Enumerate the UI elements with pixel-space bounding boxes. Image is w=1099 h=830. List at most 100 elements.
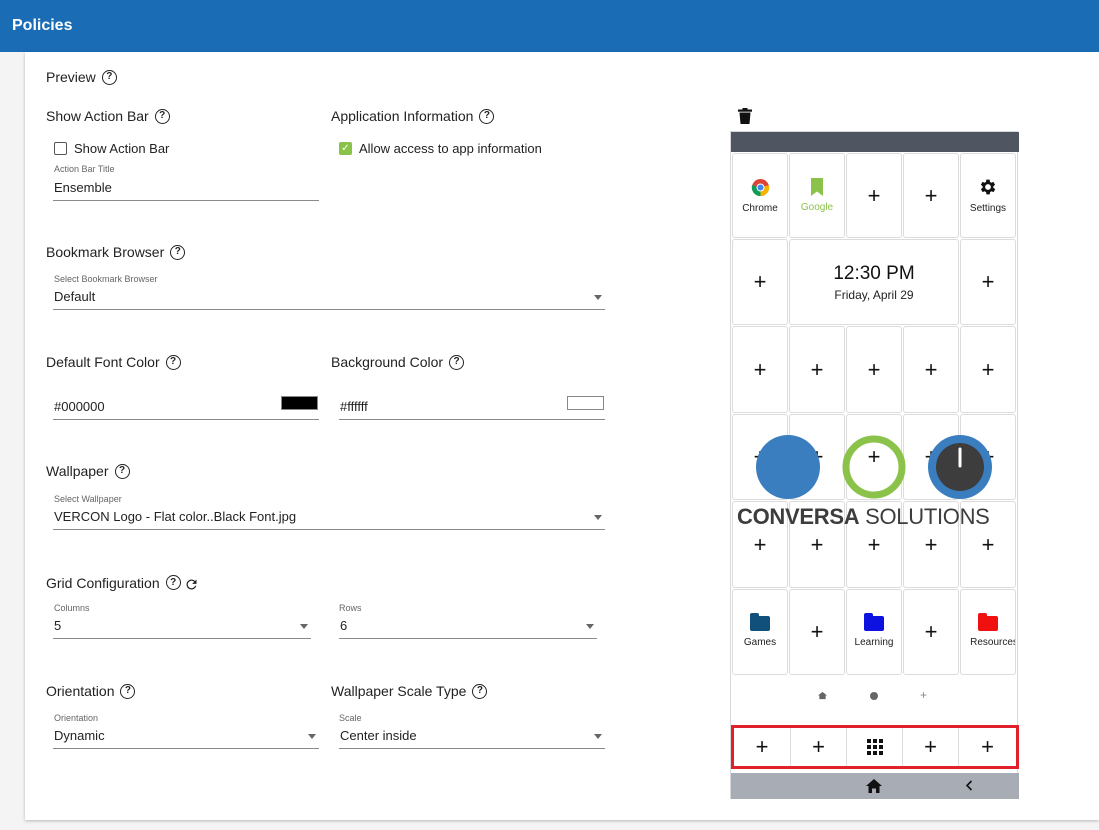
clock-widget[interactable]: 12:30 PM Friday, April 29: [789, 239, 959, 325]
preview-label: Preview: [46, 69, 96, 85]
help-icon[interactable]: ?: [120, 683, 136, 699]
empty-slot[interactable]: +: [960, 414, 1016, 500]
refresh-icon[interactable]: [184, 577, 199, 592]
scale-select[interactable]: Center inside: [339, 725, 605, 749]
folder-icon: [978, 613, 998, 631]
help-icon[interactable]: ?: [449, 354, 465, 370]
gear-icon: [980, 179, 996, 195]
add-icon: +: [981, 531, 995, 557]
columns-label: Columns: [54, 603, 90, 613]
help-icon[interactable]: ?: [154, 108, 170, 124]
app-google[interactable]: Google: [789, 153, 845, 238]
font-color-heading: Default Font Color ?: [46, 354, 181, 370]
dock-slot[interactable]: +: [903, 728, 959, 766]
add-icon: +: [924, 356, 938, 382]
home-icon[interactable]: [866, 779, 882, 793]
dock-slot[interactable]: +: [959, 728, 1016, 766]
background-color-swatch[interactable]: [567, 396, 604, 410]
add-icon: +: [810, 356, 824, 382]
back-icon[interactable]: [965, 780, 973, 791]
home-page-icon[interactable]: [818, 691, 827, 700]
show-action-bar-checkbox-row[interactable]: Show Action Bar: [54, 141, 169, 156]
app-label: Chrome: [742, 202, 778, 214]
help-icon[interactable]: ?: [101, 69, 117, 85]
font-color-input[interactable]: #000000: [53, 395, 319, 420]
action-bar-title-label: Action Bar Title: [54, 164, 115, 174]
empty-slot[interactable]: +: [846, 326, 902, 413]
app-chrome[interactable]: Chrome: [732, 153, 788, 238]
folder-games[interactable]: Games: [732, 589, 788, 675]
empty-slot[interactable]: +: [732, 326, 788, 413]
add-icon: +: [981, 734, 994, 759]
folder-learning[interactable]: Learning: [846, 589, 902, 675]
bookmark-section-label: Bookmark Browser: [46, 244, 165, 260]
page-dot-icon[interactable]: [870, 692, 878, 700]
bookmark-browser-select[interactable]: Default: [53, 286, 605, 310]
show-action-bar-checkbox[interactable]: [54, 142, 67, 155]
clock-date: Friday, April 29: [834, 287, 914, 302]
help-icon[interactable]: ?: [479, 108, 495, 124]
add-icon: +: [981, 269, 995, 294]
grid-section-label: Grid Configuration: [46, 574, 160, 591]
app-info-checkbox-row[interactable]: ✓ Allow access to app information: [339, 141, 542, 156]
font-color-swatch[interactable]: [281, 396, 318, 410]
dock-slot[interactable]: +: [791, 728, 847, 766]
wallpaper-text-light: SOLUTIONS: [859, 504, 990, 529]
orientation-select[interactable]: Dynamic: [53, 725, 319, 749]
empty-slot[interactable]: +: [789, 414, 845, 500]
empty-slot[interactable]: +: [960, 239, 1016, 325]
add-icon: +: [867, 444, 881, 469]
show-action-bar-checkbox-label: Show Action Bar: [74, 141, 170, 156]
rows-value: 6: [340, 618, 348, 633]
add-page-icon[interactable]: +: [920, 688, 927, 702]
rows-label: Rows: [339, 603, 362, 613]
empty-slot[interactable]: +: [846, 414, 902, 500]
wallpaper-select[interactable]: VERCON Logo - Flat color..Black Font.jpg: [53, 506, 605, 530]
bookmark-field-label: Select Bookmark Browser: [54, 274, 158, 284]
empty-slot[interactable]: +: [903, 589, 959, 675]
add-icon: +: [924, 444, 938, 469]
chevron-down-icon: [586, 624, 594, 629]
empty-slot[interactable]: +: [903, 153, 959, 238]
add-icon: +: [753, 444, 767, 469]
add-icon: +: [867, 356, 881, 382]
app-settings[interactable]: Settings: [960, 153, 1016, 238]
add-icon: +: [753, 531, 767, 557]
app-info-checkbox-label: Allow access to app information: [359, 141, 542, 156]
empty-slot[interactable]: +: [846, 153, 902, 238]
empty-slot[interactable]: +: [732, 239, 788, 325]
folder-resources[interactable]: Resources: [960, 589, 1016, 675]
dock-app-drawer[interactable]: [847, 728, 903, 766]
help-icon[interactable]: ?: [165, 354, 181, 370]
bookmark-browser-value: Default: [54, 289, 96, 304]
empty-slot[interactable]: +: [903, 326, 959, 413]
wallpaper-heading: Wallpaper ?: [46, 463, 130, 479]
action-bar-title-value: Ensemble: [54, 180, 112, 195]
top-bar: Policies: [0, 0, 1099, 52]
wallpaper-text-bold: CONVERSA: [737, 504, 860, 529]
app-info-checkbox[interactable]: ✓: [339, 142, 352, 155]
add-icon: +: [810, 619, 824, 644]
help-icon[interactable]: ?: [170, 244, 186, 260]
background-color-input[interactable]: #ffffff: [339, 395, 605, 420]
rows-select[interactable]: 6: [339, 615, 597, 639]
columns-select[interactable]: 5: [53, 615, 311, 639]
bookmark-heading: Bookmark Browser ?: [46, 244, 186, 260]
empty-slot[interactable]: +: [960, 326, 1016, 413]
help-icon[interactable]: ?: [472, 683, 488, 699]
add-icon: +: [924, 619, 938, 644]
trash-icon[interactable]: [738, 108, 752, 124]
empty-slot[interactable]: +: [789, 589, 845, 675]
wallpaper-value: VERCON Logo - Flat color..Black Font.jpg: [54, 509, 297, 524]
empty-slot[interactable]: +: [732, 414, 788, 500]
dock-slot[interactable]: +: [734, 728, 791, 766]
add-icon: +: [755, 734, 769, 759]
action-bar-title-input[interactable]: Ensemble: [53, 177, 319, 201]
help-icon[interactable]: ?: [114, 463, 130, 479]
app-label: Settings: [969, 203, 1007, 214]
help-icon[interactable]: ?: [165, 575, 181, 590]
empty-slot[interactable]: +: [903, 414, 959, 500]
scale-heading: Wallpaper Scale Type ?: [331, 683, 488, 699]
empty-slot[interactable]: +: [789, 326, 845, 413]
scale-field-label: Scale: [339, 713, 362, 723]
